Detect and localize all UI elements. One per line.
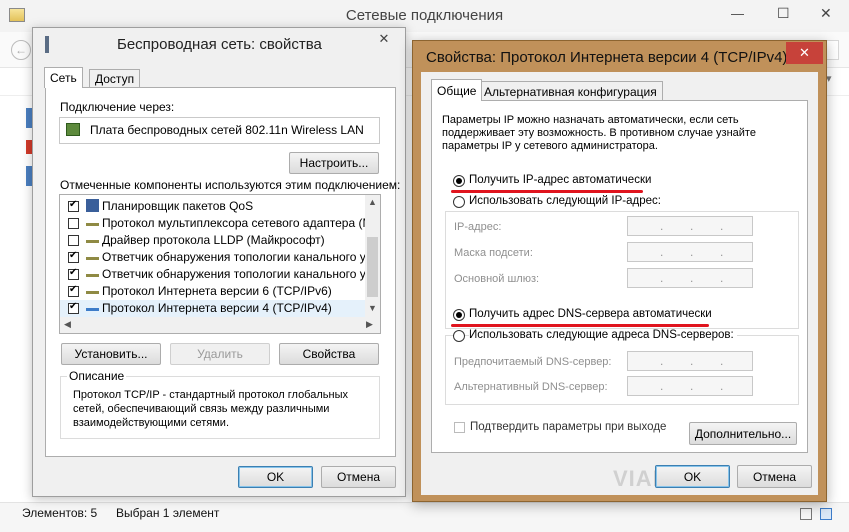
- close-button[interactable]: ✕: [786, 42, 823, 64]
- dialog-client: Общие Альтернативная конфигурация Параме…: [421, 72, 818, 495]
- manual-ip-radio[interactable]: [453, 196, 465, 208]
- tab-alternate-configuration[interactable]: Альтернативная конфигурация: [478, 81, 663, 101]
- properties-button[interactable]: Свойства: [279, 343, 379, 365]
- scroll-left-icon[interactable]: ◀: [64, 319, 71, 330]
- scroll-up-icon[interactable]: ▲: [368, 197, 377, 207]
- component-checkbox[interactable]: [68, 218, 79, 229]
- component-checkbox[interactable]: [68, 199, 79, 212]
- protocol-icon: [86, 257, 99, 260]
- auto-dns-label[interactable]: Получить адрес DNS-сервера автоматически: [469, 308, 712, 320]
- ipv4-properties-dialog: Свойства: Протокол Интернета версии 4 (T…: [412, 40, 827, 502]
- close-button[interactable]: ✕: [367, 28, 401, 50]
- details-view-icon[interactable]: [800, 508, 812, 520]
- manual-ip-label[interactable]: Использовать следующий IP-адрес:: [469, 195, 664, 207]
- protocol-icon: [86, 308, 99, 311]
- gateway-field: ...: [627, 268, 753, 288]
- ok-button[interactable]: OK: [238, 466, 313, 488]
- tiles-view-icon[interactable]: [820, 508, 832, 520]
- tab-sharing[interactable]: Доступ: [89, 69, 141, 88]
- scroll-down-icon[interactable]: ▼: [368, 303, 377, 313]
- protocol-icon: [86, 291, 99, 294]
- wireless-properties-dialog: Беспроводная сеть: свойства ✕ Сеть Досту…: [32, 27, 406, 497]
- component-label: Драйвер протокола LLDP (Майкрософт): [102, 233, 325, 247]
- ip-address-label: IP-адрес:: [454, 221, 502, 233]
- close-icon[interactable]: ✕: [820, 5, 832, 22]
- components-list: Планировщик пакетов QoS Протокол мультип…: [59, 194, 381, 334]
- scroll-thumb[interactable]: [367, 237, 378, 297]
- subnet-mask-field: ...: [627, 242, 753, 262]
- horizontal-scrollbar[interactable]: [60, 317, 380, 333]
- connect-using-label: Подключение через:: [60, 100, 175, 114]
- cancel-button[interactable]: Отмена: [737, 465, 812, 488]
- component-label: Протокол Интернета версии 6 (TCP/IPv6): [102, 284, 332, 298]
- adapter-name: Плата беспроводных сетей 802.11n Wireles…: [90, 123, 364, 137]
- minimize-icon[interactable]: —: [731, 6, 744, 21]
- window-title: Сетевые подключения: [345, 7, 504, 24]
- maximize-icon[interactable]: ☐: [777, 5, 790, 22]
- component-label: Планировщик пакетов QoS: [102, 199, 254, 213]
- dialog-title: Беспроводная сеть: свойства: [117, 36, 322, 53]
- manual-dns-radio[interactable]: [453, 330, 465, 342]
- tab-general[interactable]: Общие: [431, 79, 483, 101]
- alternate-dns-label: Альтернативный DNS-сервер:: [454, 381, 608, 393]
- component-label: Ответчик обнаружения топологии канальног…: [102, 267, 381, 281]
- gateway-label: Основной шлюз:: [454, 273, 540, 285]
- component-checkbox[interactable]: [68, 284, 79, 297]
- list-item[interactable]: Протокол Интернета версии 6 (TCP/IPv6): [60, 283, 365, 300]
- components-label: Отмеченные компоненты используются этим …: [60, 178, 401, 192]
- advanced-button[interactable]: Дополнительно...: [689, 422, 797, 445]
- list-item[interactable]: Ответчик обнаружения топологии канальног…: [60, 249, 380, 266]
- component-label: Протокол мультиплексора сетевого адаптер…: [102, 216, 381, 230]
- preferred-dns-label: Предпочитаемый DNS-сервер:: [454, 356, 612, 368]
- component-checkbox[interactable]: [68, 250, 79, 263]
- list-item[interactable]: Ответчик обнаружения топологии канальног…: [60, 266, 380, 283]
- tab-network[interactable]: Сеть: [44, 67, 83, 88]
- status-items-count: Элементов: 5: [22, 506, 98, 520]
- subnet-mask-label: Маска подсети:: [454, 247, 533, 259]
- network-adapter-icon: [66, 123, 80, 136]
- status-selected-count: Выбран 1 элемент: [116, 506, 220, 520]
- auto-ip-radio[interactable]: [453, 175, 465, 187]
- cancel-button[interactable]: Отмена: [321, 466, 396, 488]
- protocol-icon: [86, 274, 99, 277]
- scroll-right-icon[interactable]: ▶: [366, 319, 373, 330]
- alternate-dns-field: ...: [627, 376, 753, 396]
- install-button[interactable]: Установить...: [61, 343, 161, 365]
- preferred-dns-field: ...: [627, 351, 753, 371]
- component-checkbox[interactable]: [68, 301, 79, 314]
- protocol-icon: [86, 223, 99, 226]
- back-button[interactable]: ←: [11, 40, 31, 60]
- ok-button[interactable]: OK: [655, 465, 730, 488]
- network-adapter-icon: [45, 36, 49, 53]
- list-item[interactable]: Планировщик пакетов QoS: [60, 198, 365, 215]
- validate-on-exit-label[interactable]: Подтвердить параметры при выходе: [470, 421, 666, 433]
- list-item[interactable]: Протокол Интернета версии 4 (TCP/IPv4): [60, 300, 365, 317]
- description-text: Протокол TCP/IP - стандартный протокол г…: [73, 389, 348, 429]
- dialog-title: Свойства: Протокол Интернета версии 4 (T…: [426, 49, 788, 66]
- ip-address-field: ...: [627, 216, 753, 236]
- list-item[interactable]: Протокол мультиплексора сетевого адаптер…: [60, 215, 380, 232]
- description-title: Описание: [67, 369, 127, 383]
- auto-dns-radio[interactable]: [453, 309, 465, 321]
- qos-icon: [86, 199, 99, 212]
- component-label: Ответчик обнаружения топологии канальног…: [102, 250, 381, 264]
- configure-button[interactable]: Настроить...: [289, 152, 379, 174]
- component-checkbox[interactable]: [68, 267, 79, 280]
- validate-on-exit-checkbox[interactable]: [454, 422, 465, 433]
- highlight-underline: [451, 190, 643, 193]
- auto-ip-label[interactable]: Получить IP-адрес автоматически: [469, 174, 651, 186]
- component-checkbox[interactable]: [68, 235, 79, 246]
- protocol-icon: [86, 240, 99, 243]
- component-label: Протокол Интернета версии 4 (TCP/IPv4): [102, 301, 332, 315]
- manual-dns-label[interactable]: Использовать следующие адреса DNS-сервер…: [469, 329, 737, 341]
- remove-button: Удалить: [170, 343, 270, 365]
- list-item[interactable]: Драйвер протокола LLDP (Майкрософт): [60, 232, 365, 249]
- intro-text: Параметры IP можно назначать автоматичес…: [442, 114, 756, 152]
- highlight-underline: [451, 324, 709, 327]
